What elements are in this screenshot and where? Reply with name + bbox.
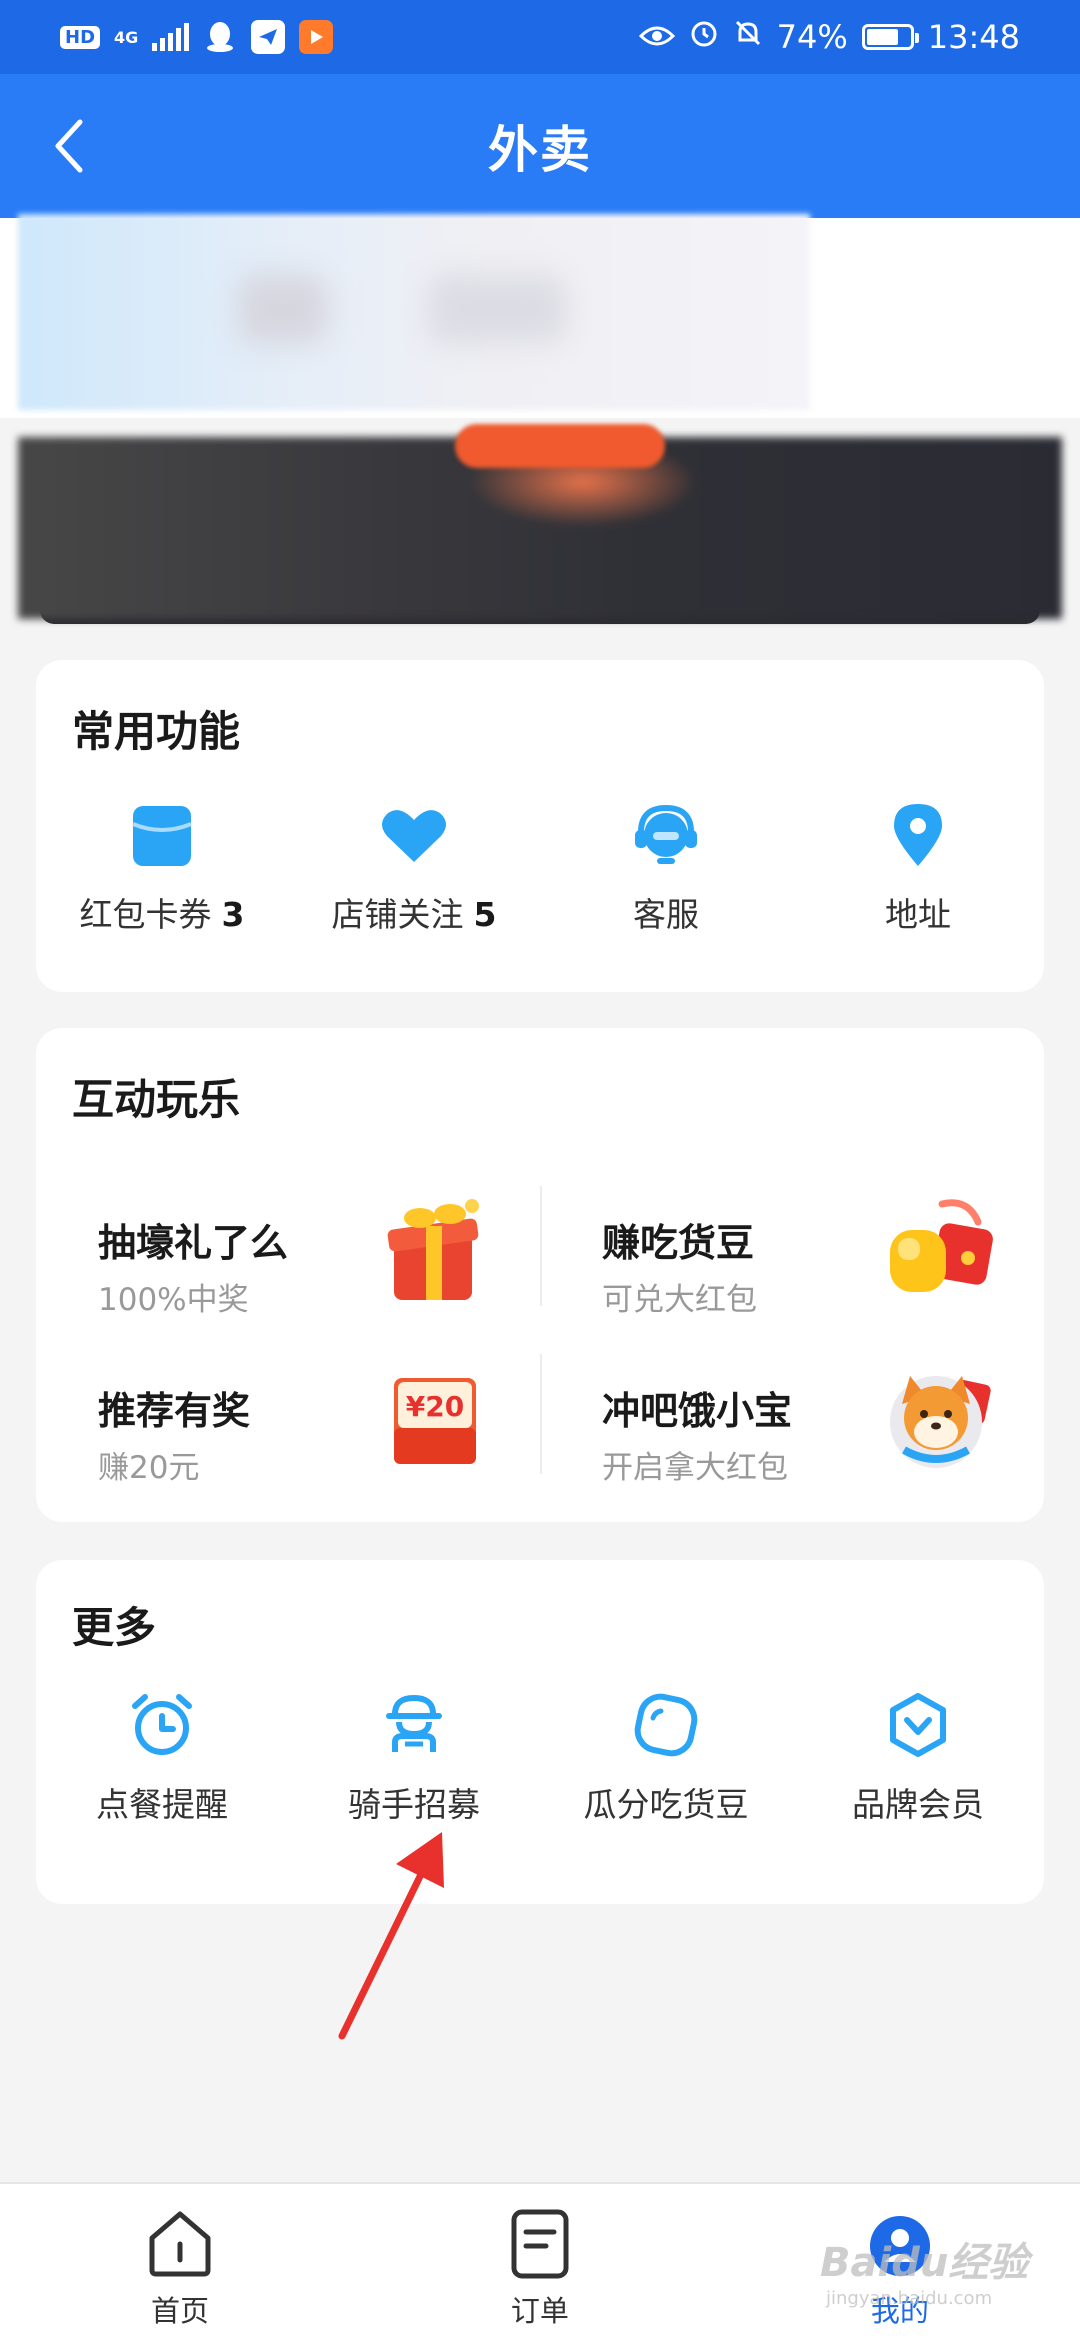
coupon-count: 3 [221,895,245,934]
back-button[interactable] [40,116,100,176]
coupon-entry[interactable]: 红包卡券 3 [36,800,288,936]
lottery-subtitle: 100%中奖 [98,1282,249,1318]
column-divider-top [540,1186,542,1306]
address-entry[interactable]: 地址 [792,800,1044,936]
status-bar: HD 4G 74% 13:48 [0,0,1080,74]
followed-shops-count: 5 [473,895,497,934]
more-grid: 点餐提醒 骑手招募 瓜分吃货豆 品牌会员 [36,1690,1044,1826]
mascot-game-entry[interactable]: 冲吧饿小宝 开启拿大红包 [540,1344,1044,1494]
customer-service-entry[interactable]: 客服 [540,800,792,936]
eye-icon [638,18,675,56]
annotation-arrow-icon [338,1832,444,2040]
tab-orders-label: 订单 [510,2294,569,2328]
blurred-promo-pill [455,424,665,468]
address-label: 地址 [885,895,951,934]
followed-shops-entry[interactable]: 店铺关注 5 [288,800,540,936]
mascot-game-title: 冲吧饿小宝 [602,1389,793,1433]
mascot-dog-icon [890,1376,991,1468]
app-notification-icon [251,20,286,54]
alarm-icon [689,18,719,56]
tab-home[interactable]: 首页 [0,2184,360,2340]
common-functions-grid: 红包卡券 3 店铺关注 5 客服 地址 [36,800,1044,936]
network-type: 4G [114,27,139,47]
lottery-title: 抽壕礼了么 [98,1221,289,1265]
coupon-icon [127,800,197,870]
order-reminder-entry[interactable]: 点餐提醒 [36,1690,288,1826]
battery-icon [861,24,919,50]
qq-notification-icon [203,20,237,54]
gift-box-icon [387,1199,479,1300]
common-functions-card: 常用功能 红包卡券 3 店铺关注 5 客服 地址 [36,660,1044,992]
alarm-clock-icon [127,1690,197,1760]
followed-shops-label: 店铺关注 5 [331,895,497,934]
bean-red-packet-icon [890,1199,993,1292]
clock: 13:48 [927,18,1020,56]
headset-icon [631,800,701,870]
tab-orders[interactable]: 订单 [360,2184,720,2340]
lottery-entry[interactable]: 抽壕礼了么 100%中奖 [36,1176,540,1326]
top-nav-bar: 外卖 [0,74,1080,218]
baidu-watermark-url: jingyan.baidu.com [826,2288,993,2309]
column-divider-bottom [540,1354,542,1474]
rider-icon [379,1690,449,1760]
share-beans-entry[interactable]: 瓜分吃货豆 [540,1690,792,1826]
hd-badge: HD [60,25,101,49]
play-notification-icon [299,20,334,54]
share-beans-label: 瓜分吃货豆 [583,1785,749,1824]
mascot-game-subtitle: 开启拿大红包 [602,1450,788,1486]
battery-percent: 74% [776,18,848,56]
mute-bell-icon [733,18,763,56]
earn-beans-subtitle: 可兑大红包 [602,1282,757,1318]
home-icon [142,2206,218,2282]
referral-badge: ¥20 [406,1390,464,1423]
status-right: 74% 13:48 [638,18,1020,56]
shield-badge-icon [883,1690,953,1760]
earn-beans-title: 赚吃货豆 [602,1221,755,1265]
signal-icon [152,23,190,51]
heart-icon [379,800,449,870]
brand-member-entry[interactable]: 品牌会员 [792,1690,1044,1826]
chevron-left-icon [55,119,83,173]
customer-service-label: 客服 [633,895,699,934]
more-card: 更多 点餐提醒 骑手招募 瓜分吃货豆 品牌会员 [36,1560,1044,1904]
order-reminder-label: 点餐提醒 [96,1785,228,1824]
brand-member-label: 品牌会员 [852,1785,984,1824]
page-title: 外卖 [488,121,592,179]
battery-fill [866,29,898,45]
referral-entry[interactable]: 推荐有奖 赚20元 ¥20 [36,1344,540,1494]
baidu-watermark: Baidu经验 [820,2240,1029,2286]
status-left: HD 4G [60,20,334,54]
earn-beans-entry[interactable]: 赚吃货豆 可兑大红包 [540,1176,1044,1326]
referral-title: 推荐有奖 [98,1389,251,1433]
common-functions-title: 常用功能 [72,707,241,756]
referral-subtitle: 赚20元 [98,1450,200,1486]
more-title: 更多 [72,1603,157,1652]
red-envelope-icon: ¥20 [394,1378,476,1464]
blurred-profile-banner [18,214,810,410]
location-pin-icon [883,800,953,870]
interactive-fun-title: 互动玩乐 [72,1075,241,1124]
rider-recruit-entry[interactable]: 骑手招募 [288,1690,540,1826]
interactive-fun-grid: 抽壕礼了么 100%中奖 赚吃货豆 可兑大红包 推荐有奖 赚20元 ¥20 冲吧… [36,1176,1044,1506]
tab-home-label: 首页 [150,2294,209,2328]
bean-icon [631,1690,701,1760]
rider-recruit-label: 骑手招募 [348,1785,480,1824]
interactive-fun-card: 互动玩乐 抽壕礼了么 100%中奖 赚吃货豆 可兑大红包 推荐有奖 赚20元 ¥… [36,1028,1044,1522]
coupon-label: 红包卡券 3 [79,895,245,934]
order-icon [502,2206,578,2282]
